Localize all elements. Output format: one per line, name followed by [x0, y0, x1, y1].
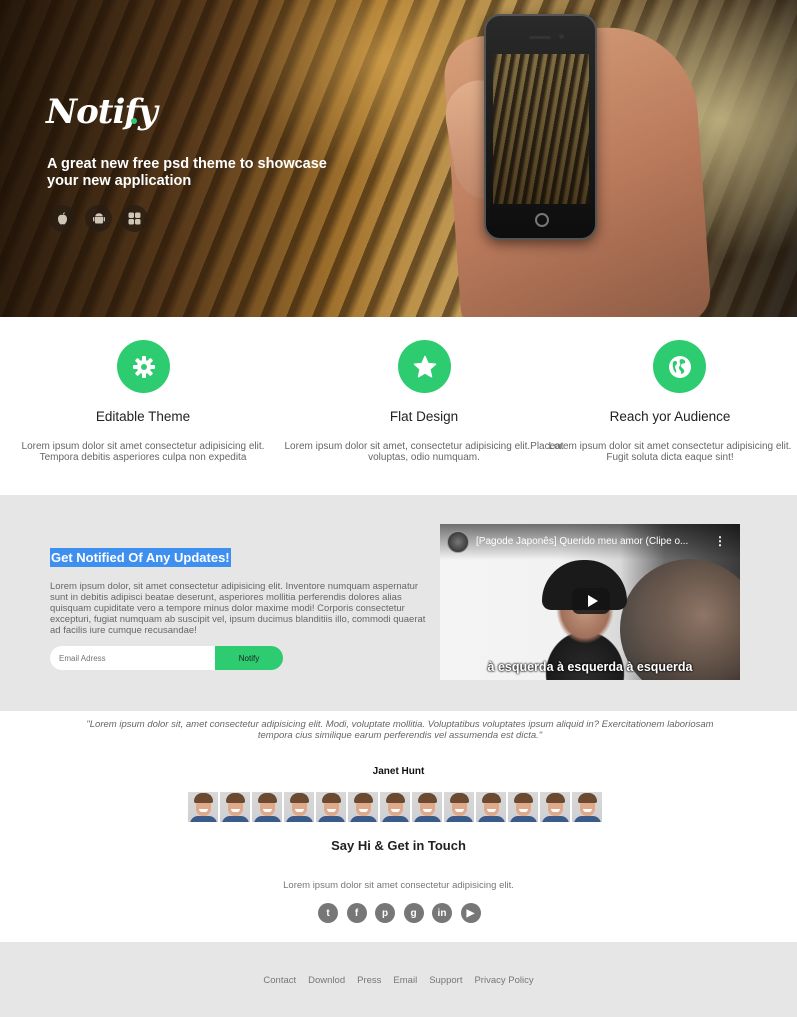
avatar[interactable]: [572, 792, 602, 822]
avatar-shirt: [318, 816, 345, 822]
avatar-hair: [290, 793, 309, 803]
feature-title: Flat Design: [389, 409, 459, 424]
avatar-shirt: [286, 816, 313, 822]
avatar[interactable]: [316, 792, 346, 822]
phone-speaker: [529, 36, 551, 39]
avatar[interactable]: [412, 792, 442, 822]
windows-icon[interactable]: [121, 205, 148, 232]
play-icon: [587, 595, 598, 607]
linkedin-icon[interactable]: in: [432, 903, 452, 923]
avatar[interactable]: [252, 792, 282, 822]
avatar-hair: [258, 793, 277, 803]
footer-link-press[interactable]: Press: [357, 975, 381, 986]
avatar-hair: [482, 793, 501, 803]
more-options-icon[interactable]: ⋮: [714, 534, 726, 548]
avatar[interactable]: [220, 792, 250, 822]
youtube-icon[interactable]: ▶: [460, 903, 481, 923]
avatar-hair: [578, 793, 597, 803]
avatar-hair: [514, 793, 533, 803]
phone-mockup: [484, 14, 597, 240]
avatar-shirt: [542, 816, 569, 822]
channel-avatar[interactable]: [447, 531, 469, 553]
avatar-shirt: [190, 816, 217, 822]
avatar-shirt: [414, 816, 441, 822]
feature-title: Reach yor Audience: [609, 409, 731, 424]
avatar[interactable]: [284, 792, 314, 822]
avatar-shirt: [350, 816, 377, 822]
facebook-icon[interactable]: f: [346, 903, 367, 923]
avatar-shirt: [478, 816, 505, 822]
contact-title: Say Hi & Get in Touch: [331, 838, 466, 853]
video-embed[interactable]: [Pagode Japonês] Querido meu amor (Clipe…: [440, 524, 740, 680]
footer-links: Contact Downlod Press Email Support Privacy P…: [0, 975, 797, 986]
avatar-shirt: [254, 816, 281, 822]
phone-home-button: [535, 213, 549, 227]
feature-description: Lorem ipsum dolor sit amet, consectetur …: [284, 441, 564, 463]
footer-link-support[interactable]: Support: [429, 975, 462, 986]
phone-screen: [493, 54, 589, 204]
avatar-hair: [418, 793, 437, 803]
footer-link-downlod[interactable]: Downlod: [308, 975, 345, 986]
features-section: Editable Theme Lorem ipsum dolor sit ame…: [0, 317, 797, 495]
testimonial-author: Janet Hunt: [372, 766, 425, 777]
avatar[interactable]: [380, 792, 410, 822]
avatar-hair: [354, 793, 373, 803]
google-plus-icon[interactable]: g: [403, 903, 424, 923]
feature-title: Editable Theme: [95, 409, 191, 424]
avatar[interactable]: [444, 792, 474, 822]
avatar[interactable]: [476, 792, 506, 822]
notify-button[interactable]: Notify: [215, 646, 283, 670]
gear-icon: [117, 340, 170, 393]
avatar-shirt: [382, 816, 409, 822]
play-button[interactable]: [572, 588, 610, 614]
signup-title: Get Notified Of Any Updates!: [50, 548, 231, 567]
globe-icon: [653, 340, 706, 393]
phone-camera: [559, 34, 564, 39]
pinterest-icon[interactable]: p: [375, 903, 395, 923]
star-icon: [398, 340, 451, 393]
avatar-hair: [386, 793, 405, 803]
footer-link-privacy-policy[interactable]: Privacy Policy: [474, 975, 533, 986]
avatar-hair: [194, 793, 213, 803]
avatar[interactable]: [508, 792, 538, 822]
avatar-hair: [546, 793, 565, 803]
apple-icon[interactable]: [49, 205, 76, 232]
android-icon[interactable]: [85, 205, 112, 232]
avatar-shirt: [446, 816, 473, 822]
signup-section: Get Notified Of Any Updates! Lorem ipsum…: [0, 495, 797, 711]
logo[interactable]: Notify: [46, 92, 158, 132]
feature-description: Lorem ipsum dolor sit amet consectetur a…: [21, 441, 265, 463]
hero-tagline: A great new free psd theme to showcase y…: [47, 156, 327, 189]
footer-link-email[interactable]: Email: [393, 975, 417, 986]
avatar-row: [188, 792, 602, 822]
footer-link-contact[interactable]: Contact: [263, 975, 296, 986]
avatar-shirt: [510, 816, 537, 822]
twitter-icon[interactable]: t: [318, 903, 338, 923]
footer: Contact Downlod Press Email Support Privacy P…: [0, 942, 797, 1017]
feature-description: Lorem ipsum dolor sit amet consectetur a…: [548, 441, 792, 463]
avatar-shirt: [222, 816, 249, 822]
avatar-shirt: [574, 816, 601, 822]
avatar-hair: [226, 793, 245, 803]
store-icons: [49, 205, 148, 232]
video-title[interactable]: [Pagode Japonês] Querido meu amor (Clipe…: [476, 536, 711, 547]
testimonial-quote: "Lorem ipsum dolor sit, amet consectetur…: [86, 719, 714, 741]
video-subtitle: à esquerda à esquerda à esquerda: [487, 660, 693, 674]
signup-text: Lorem ipsum dolor, sit amet consectetur …: [50, 581, 426, 636]
email-field[interactable]: [50, 646, 215, 670]
hero-section: Notify A great new free psd theme to sho…: [0, 0, 797, 317]
logo-dot: [131, 118, 137, 124]
contact-text: Lorem ipsum dolor sit amet consectetur a…: [283, 880, 514, 891]
avatar-hair: [450, 793, 469, 803]
avatar[interactable]: [348, 792, 378, 822]
social-links: t f p g in ▶: [318, 903, 481, 923]
avatar-hair: [322, 793, 341, 803]
avatar[interactable]: [188, 792, 218, 822]
avatar[interactable]: [540, 792, 570, 822]
